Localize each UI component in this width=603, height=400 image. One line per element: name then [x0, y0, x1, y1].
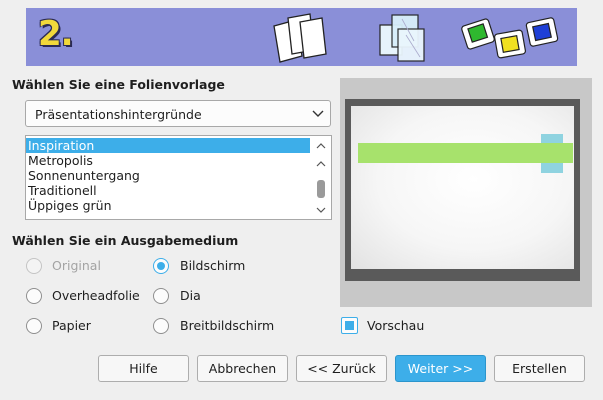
- template-section-title: Wählen Sie eine Folienvorlage: [12, 77, 225, 92]
- next-button[interactable]: Weiter >>: [395, 355, 486, 382]
- cancel-button[interactable]: Abbrechen: [197, 355, 288, 382]
- radio-bildschirm-label: Bildschirm: [180, 258, 246, 273]
- template-list-item[interactable]: Traditionell: [26, 183, 310, 198]
- radio-papier-label: Papier: [52, 318, 91, 333]
- step-number: 2.: [38, 14, 74, 54]
- template-list-scrollbar[interactable]: [311, 136, 331, 219]
- preview-slide-frame: [345, 99, 580, 281]
- radio-bildschirm[interactable]: [153, 258, 169, 274]
- template-preview-pane: [340, 78, 592, 307]
- template-list-item[interactable]: Metropolis: [26, 153, 310, 168]
- preview-title-bar: [358, 143, 573, 163]
- chevron-down-icon: [312, 110, 324, 117]
- wizard-header-banner: 2.: [26, 8, 577, 66]
- radio-breitbildschirm[interactable]: [153, 318, 169, 334]
- help-button[interactable]: Hilfe: [98, 355, 189, 382]
- transparencies-icon: [379, 14, 425, 62]
- radio-papier[interactable]: [26, 318, 42, 334]
- slides-icon: [461, 17, 559, 59]
- scroll-up-arrow-icon[interactable]: [316, 142, 326, 149]
- create-button[interactable]: Erstellen: [494, 355, 585, 382]
- blank-pages-icon: [273, 13, 327, 63]
- template-list-item[interactable]: Üppiges grün: [26, 198, 310, 213]
- preview-checkbox-label: Vorschau: [367, 318, 425, 333]
- template-list-item[interactable]: Inspiration: [26, 138, 310, 153]
- radio-original-label: Original: [52, 258, 101, 273]
- preview-checkbox[interactable]: [341, 317, 358, 334]
- radio-dia[interactable]: [153, 288, 169, 304]
- radio-overheadfolie[interactable]: [26, 288, 42, 304]
- radio-original[interactable]: [26, 258, 42, 274]
- template-list[interactable]: Inspiration Metropolis Sonnenuntergang T…: [25, 135, 332, 220]
- template-list-item[interactable]: Sonnenuntergang: [26, 168, 310, 183]
- radio-breitbildschirm-label: Breitbildschirm: [180, 318, 275, 333]
- preview-slide: [351, 106, 574, 269]
- template-category-value: Präsentationshintergründe: [35, 107, 202, 122]
- scroll-up-arrow-icon[interactable]: [316, 160, 326, 167]
- scrollbar-thumb[interactable]: [317, 180, 325, 198]
- template-category-dropdown[interactable]: Präsentationshintergründe: [25, 100, 331, 127]
- radio-dia-label: Dia: [180, 288, 201, 303]
- medium-section-title: Wählen Sie ein Ausgabemedium: [12, 233, 239, 248]
- back-button[interactable]: << Zurück: [296, 355, 387, 382]
- radio-overheadfolie-label: Overheadfolie: [52, 288, 140, 303]
- scroll-down-arrow-icon[interactable]: [316, 207, 326, 214]
